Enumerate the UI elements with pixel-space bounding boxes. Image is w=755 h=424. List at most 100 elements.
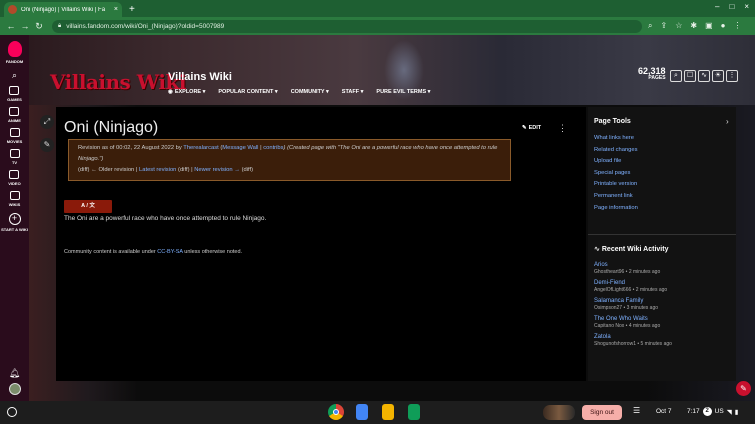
rail-item-video[interactable]: VIDEO [8,170,21,186]
anime-icon [9,107,20,116]
wiki-navigation: ◉ EXPLORE ▾ POPULAR CONTENT ▾ COMMUNITY ▾… [168,89,430,95]
wiki-name[interactable]: Villains Wiki [168,71,232,83]
rail-item-label: WIKIS [8,202,21,207]
contribs-link[interactable]: contribs [263,145,283,151]
activity-page-link[interactable]: Arios [594,262,672,268]
minimize-button[interactable]: – [715,2,719,11]
profile-icon[interactable]: ● [721,21,726,31]
tool-what-links-here[interactable]: What links here [594,135,638,141]
expand-icon[interactable]: ⤢ [40,115,54,129]
sign-out-button[interactable]: Sign out [582,405,622,420]
floating-tools-button[interactable]: ✎ [736,381,751,396]
kebab-menu-icon[interactable]: ⋮ [726,70,738,82]
activity-page-link[interactable]: The One Who Waits [594,316,672,322]
sheets-icon[interactable] [408,404,420,420]
message-wall-link[interactable]: Message Wall [222,145,258,151]
user-avatar[interactable] [8,383,21,395]
more-options-icon[interactable]: ⋮ [558,123,567,134]
status-tray[interactable]: 7:17 2 US ◥ ▮ [687,407,738,416]
rail-item-tv[interactable]: TV [9,149,20,165]
tab-close-icon[interactable]: × [114,6,118,13]
global-search-icon[interactable]: ⌕ [12,70,17,81]
fandom-logo-icon[interactable] [7,41,22,57]
sidebar-icon[interactable]: ▣ [705,21,713,31]
wiki-search-icon[interactable]: ⌕ [670,70,682,82]
nav-staff[interactable]: STAFF ▾ [342,89,364,95]
forward-button[interactable]: → [18,21,32,31]
edit-label: EDIT [528,125,542,131]
clipboard-icon[interactable]: ☰ [633,406,640,415]
keyboard-layout-label: US [714,408,724,415]
toolbar-icons: ⌕ ⇪ ☆ ✱ ▣ ● ⋮ [648,21,741,31]
collapse-chevron-icon[interactable]: › [726,117,729,126]
new-tab-button[interactable]: + [129,2,135,17]
tool-special-pages[interactable]: Special pages [594,170,638,176]
newer-diff-link[interactable]: (diff) [240,167,254,173]
nav-pure-evil-terms[interactable]: PURE EVIL TERMS ▾ [376,89,430,95]
window-close-button[interactable]: × [744,2,749,11]
nav-popular-content[interactable]: POPULAR CONTENT ▾ [218,89,277,95]
browser-tab[interactable]: Oni (Ninjago) | Villains Wiki | Fa × [4,2,122,17]
page-count-number: 62,318 [638,66,666,76]
battery-icon: ▮ [734,408,739,416]
rail-item-anime[interactable]: ANIME [8,107,21,123]
license-suffix: unless otherwise noted. [182,249,243,255]
latest-diff-link[interactable]: (diff) [176,167,190,173]
discussions-icon[interactable]: ☐ [684,70,696,82]
language-button[interactable]: A / 文 [64,200,112,213]
right-rail: Page Tools › What links here Related cha… [588,107,736,381]
activity-icon[interactable]: ∿ [698,70,710,82]
latest-revision-link[interactable]: Latest revision [139,167,176,173]
list-item: Salamanca Family Osimpson27 • 3 minutes … [594,298,672,311]
activity-page-link[interactable]: Demi-Fiend [594,280,672,286]
bookmark-star-icon[interactable]: ☆ [675,21,682,31]
activity-page-link[interactable]: Zatola [594,334,672,340]
license-notice: Community content is available under CC-… [64,249,242,255]
slides-icon[interactable] [382,404,394,420]
tool-permanent-link[interactable]: Permanent link [594,193,638,199]
chrome-icon[interactable] [328,404,344,420]
activity-page-link[interactable]: Salamanca Family [594,298,672,304]
revision-user-link[interactable]: Therealarcast [183,145,218,151]
tool-printable-version[interactable]: Printable version [594,181,638,187]
revision-line-1: Revision as of 00:02, 22 August 2022 by … [78,143,501,165]
nav-explore[interactable]: ◉ EXPLORE ▾ [168,89,205,95]
menu-kebab-icon[interactable]: ⋮ [733,21,741,31]
notifications-bell-icon[interactable]: 🔔︎ [9,368,20,379]
page-count-label: PAGES [648,75,666,81]
back-button[interactable]: ← [4,21,18,31]
docs-icon[interactable] [356,404,368,420]
tool-related-changes[interactable]: Related changes [594,147,638,153]
edit-pencil-icon[interactable]: ✎ [40,138,54,152]
media-thumbnail[interactable] [543,405,575,420]
launcher-icon[interactable] [7,407,17,417]
fandom-logo-label: FANDOM [5,59,24,64]
license-link[interactable]: CC-BY-SA [157,249,182,255]
rail-item-movies[interactable]: MOVIES [6,128,23,144]
edit-button[interactable]: ✎ EDIT [522,125,541,131]
tool-page-information[interactable]: Page information [594,205,638,211]
extensions-icon[interactable]: ✱ [690,21,697,31]
theme-toggle-icon[interactable]: ☀ [712,70,724,82]
diff-text: (diff) [78,167,90,173]
rail-item-label: MOVIES [6,139,23,144]
browser-tab-strip: Oni (Ninjago) | Villains Wiki | Fa × + –… [0,0,755,17]
list-item: Demi-Fiend AngelOfLight666 • 2 minutes a… [594,280,672,293]
share-icon[interactable]: ⇪ [660,21,667,31]
article-main: Oni (Ninjago) ✎ EDIT ⋮ Revision as of 00:… [56,107,586,381]
date-label[interactable]: Oct 7 [656,408,672,415]
search-icon[interactable]: ⌕ [648,21,652,31]
reload-button[interactable]: ↻ [32,21,46,32]
nav-community[interactable]: COMMUNITY ▾ [291,89,329,95]
wiki-wordmark-logo[interactable]: Villains Wiki [50,70,186,94]
notification-count-badge: 2 [702,407,712,416]
maximize-button[interactable]: □ [729,2,734,11]
revision-line-2: (diff) ← Older revision | Latest revisio… [78,165,501,176]
newer-revision-link[interactable]: Newer revision → [194,167,240,173]
start-a-wiki-button[interactable]: + START A WIKI [1,213,28,232]
rail-item-games[interactable]: GAMES [7,86,22,102]
url-input[interactable]: 🔒︎ villains.fandom.com/wiki/Oni_(Ninjago… [52,19,642,33]
tool-upload-file[interactable]: Upload file [594,158,638,164]
rail-item-wikis[interactable]: WIKIS [8,191,21,207]
recent-activity-list: Arios Ghostheart96 • 2 minutes ago Demi-… [594,262,672,347]
